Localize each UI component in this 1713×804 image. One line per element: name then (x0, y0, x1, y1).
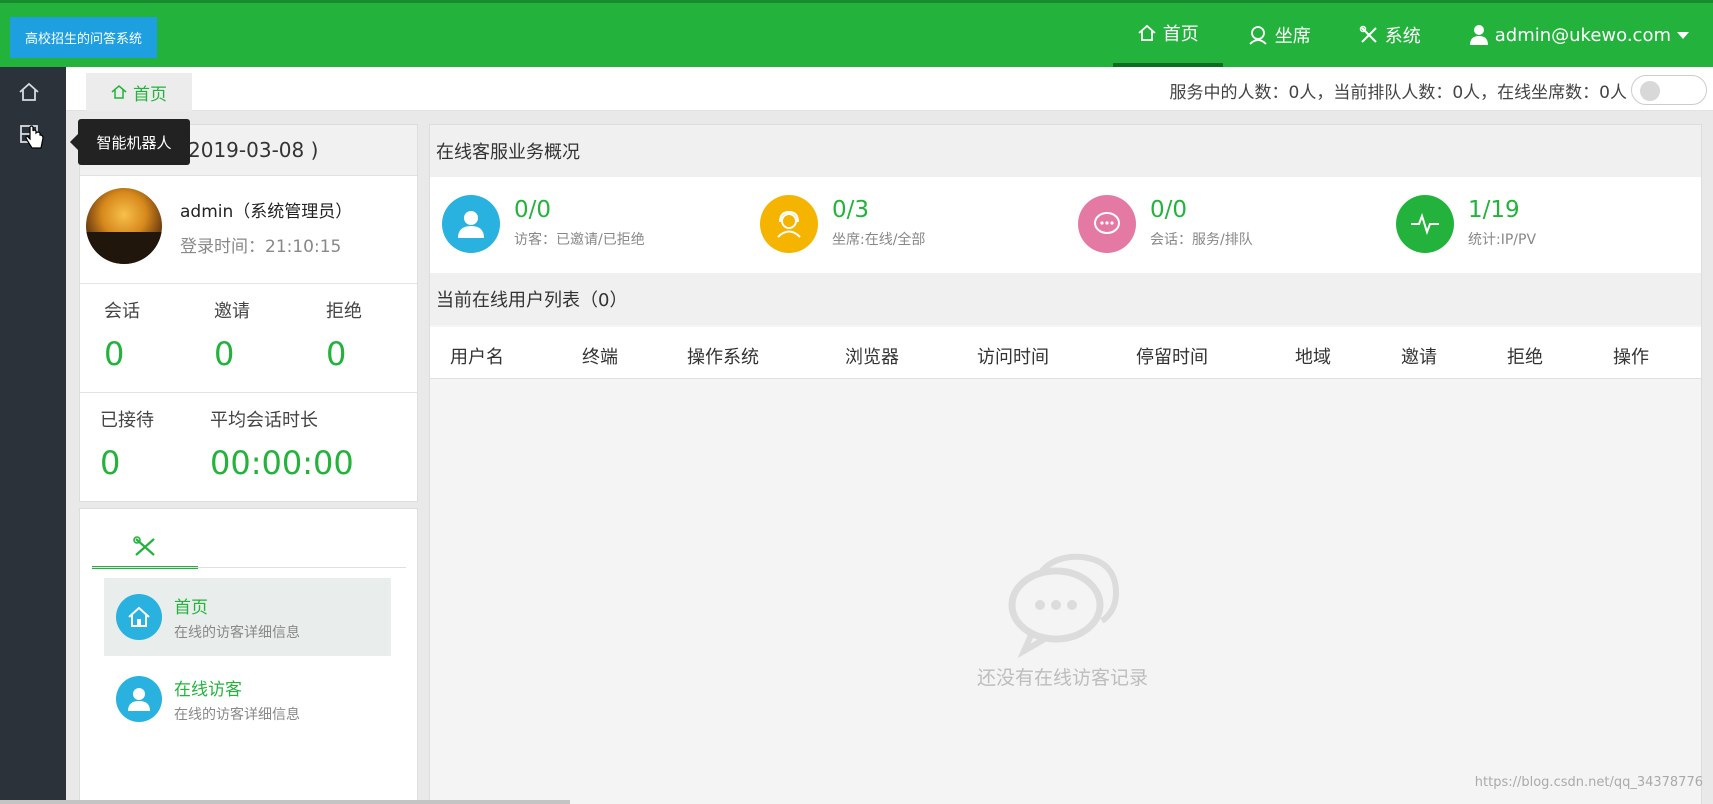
stat-invite-value: 0 (214, 335, 235, 373)
top-nav: 首页 坐席 系统 admin@ukewo.com (1112, 3, 1713, 67)
column-header: 操作 (1613, 347, 1649, 368)
overview-title: 在线客服业务概况 (430, 125, 1701, 177)
menu-item-title: 首页 (174, 598, 208, 618)
sidebar-home-icon[interactable] (16, 79, 42, 105)
hand-cursor-icon (25, 125, 44, 149)
menu-item-subtitle: 在线的访客详细信息 (174, 625, 300, 641)
online-list-title: 当前在线用户列表（0） (430, 273, 1701, 325)
headset-icon (760, 195, 818, 253)
received-value: 0 (100, 444, 121, 482)
overview-seats: 0/3 坐席:在线/全部 (748, 195, 1048, 255)
overview-number: 0/0 (1150, 197, 1188, 223)
nav-home[interactable]: 首页 (1112, 3, 1223, 67)
user-icon (116, 676, 162, 722)
avatar-horizon (86, 232, 162, 264)
user-menu[interactable]: admin@ukewo.com (1445, 3, 1713, 67)
tab-underline (92, 567, 406, 568)
pulse-icon (1396, 195, 1454, 253)
column-header: 访问时间 (977, 347, 1049, 368)
column-header: 浏览器 (845, 347, 899, 368)
nav-seats-label: 坐席 (1274, 26, 1311, 47)
column-header: 邀请 (1401, 347, 1437, 368)
overview-label: 统计:IP/PV (1468, 232, 1537, 248)
avg-duration-label: 平均会话时长 (210, 410, 318, 431)
stat-invite-label: 邀请 (214, 301, 250, 322)
headset-icon (1249, 26, 1267, 45)
watermark: https://blog.csdn.net/qq_34378776 (1474, 775, 1703, 790)
overview-label: 会话：服务/排队 (1150, 232, 1253, 248)
online-table-header: 用户名 终端 操作系统 浏览器 访问时间 停留时间 地域 邀请 拒绝 操作 (430, 327, 1701, 379)
user-name: admin（系统管理员） (180, 202, 353, 222)
user-icon (1469, 25, 1488, 45)
overview-label: 访客：已邀请/已拒绝 (514, 232, 645, 248)
stat-session-label: 会话 (104, 301, 140, 322)
stat-reject-value: 0 (326, 335, 347, 373)
home-icon (1138, 24, 1156, 41)
breadcrumb-bar: 首页 服务中的人数：0人，当前排队人数：0人，在线坐席数：0人 (66, 67, 1713, 111)
chat-icon (1078, 195, 1136, 253)
nav-system-label: 系统 (1384, 26, 1421, 47)
column-header: 操作系统 (687, 347, 759, 368)
stat-reject-label: 拒绝 (326, 301, 362, 322)
tab-home[interactable]: 首页 (86, 73, 192, 111)
avg-duration-value: 00:00:00 (210, 444, 354, 482)
user-icon (442, 195, 500, 253)
chevron-down-icon (1677, 31, 1689, 39)
top-bar: 高校招生的问答系统 首页 坐席 系统 admin@ukewo.com (0, 0, 1713, 67)
menu-item-online-visitors[interactable]: 在线访客 在线的访客详细信息 (104, 660, 391, 738)
menu-item-subtitle: 在线的访客详细信息 (174, 707, 300, 723)
overview-statistics: 1/19 统计:IP/PV (1384, 195, 1684, 255)
menu-item-title: 在线访客 (174, 680, 242, 700)
nav-system[interactable]: 系统 (1335, 3, 1445, 67)
toggle-knob (1640, 81, 1660, 101)
user-email: admin@ukewo.com (1494, 24, 1671, 46)
profile-card: 2019-03-08 ) admin（系统管理员） 登录时间：21:10:15 … (79, 124, 418, 502)
stat-session-value: 0 (104, 335, 125, 373)
received-label: 已接待 (100, 410, 154, 431)
overview-row: 0/0 访客：已邀请/已拒绝 0/3 坐席:在线/全部 0/0 会话：服务/排队… (430, 177, 1701, 273)
divider (80, 392, 417, 393)
tools-icon (133, 536, 155, 556)
chat-bubble-icon (1008, 553, 1120, 659)
column-header: 终端 (582, 347, 618, 368)
column-header: 拒绝 (1507, 347, 1543, 368)
brand-logo[interactable]: 高校招生的问答系统 (10, 17, 157, 58)
login-time: 登录时间：21:10:15 (180, 237, 342, 257)
tools-icon (1359, 25, 1377, 43)
overview-number: 0/3 (832, 197, 870, 223)
column-header: 地域 (1295, 347, 1331, 368)
service-status: 服务中的人数：0人，当前排队人数：0人，在线坐席数：0人 (1169, 83, 1627, 103)
avatar (86, 188, 162, 264)
column-header: 用户名 (450, 347, 504, 368)
tooltip: 智能机器人 (70, 119, 190, 165)
main-panel: 在线客服业务概况 0/0 访客：已邀请/已拒绝 0/3 坐席:在线/全部 0/0… (429, 124, 1702, 804)
nav-home-label: 首页 (1162, 24, 1199, 45)
divider (80, 283, 417, 284)
horizontal-scrollbar[interactable] (0, 800, 570, 804)
online-toggle[interactable] (1631, 75, 1707, 105)
empty-text: 还没有在线访客记录 (977, 667, 1149, 689)
tab-home-label: 首页 (133, 84, 167, 105)
menu-item-home[interactable]: 首页 在线的访客详细信息 (104, 578, 391, 656)
overview-number: 1/19 (1468, 197, 1520, 223)
overview-number: 0/0 (514, 197, 552, 223)
nav-seats[interactable]: 坐席 (1223, 3, 1335, 67)
quick-menu-card: 首页 在线的访客详细信息 在线访客 在线的访客详细信息 (79, 508, 418, 804)
tab-tools[interactable] (92, 527, 198, 569)
online-table-body (430, 379, 1701, 804)
overview-sessions: 0/0 会话：服务/排队 (1066, 195, 1366, 255)
overview-visitors: 0/0 访客：已邀请/已拒绝 (430, 195, 730, 255)
overview-label: 坐席:在线/全部 (832, 232, 926, 248)
icon-sidebar (0, 67, 66, 804)
column-header: 停留时间 (1136, 347, 1208, 368)
home-icon (111, 85, 127, 99)
home-icon (116, 594, 162, 640)
